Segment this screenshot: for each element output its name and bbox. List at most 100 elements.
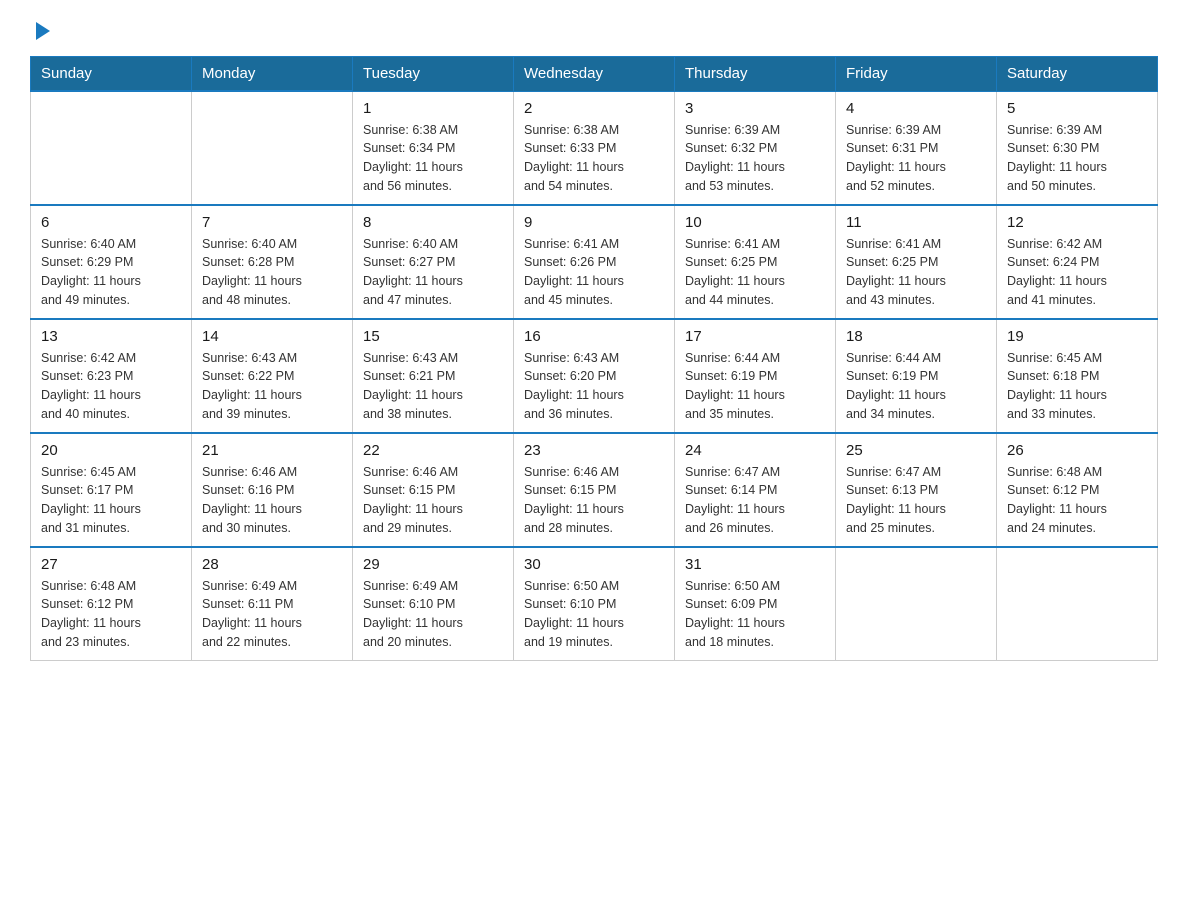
calendar-week-2: 6 Sunrise: 6:40 AMSunset: 6:29 PMDaylight… bbox=[31, 205, 1158, 319]
calendar-cell: 10Sunrise: 6:41 AMSunset: 6:25 PMDayligh… bbox=[675, 205, 836, 319]
calendar-cell: 29 Sunrise: 6:49 AMSunset: 6:10 PMDayligh… bbox=[353, 547, 514, 661]
day-number: 18 bbox=[846, 328, 986, 345]
day-number: 23 bbox=[524, 442, 664, 459]
column-header-friday: Friday bbox=[836, 57, 997, 92]
calendar-week-3: 13 Sunrise: 6:42 AMSunset: 6:23 PMDayligh… bbox=[31, 319, 1158, 433]
calendar-cell: 16Sunrise: 6:43 AMSunset: 6:20 PMDayligh… bbox=[514, 319, 675, 433]
calendar-cell bbox=[836, 547, 997, 661]
day-number: 13 bbox=[41, 328, 181, 345]
calendar-cell: 22 Sunrise: 6:46 AMSunset: 6:15 PMDayligh… bbox=[353, 433, 514, 547]
day-info: Sunrise: 6:47 AMSunset: 6:14 PMDaylight:… bbox=[685, 463, 825, 538]
day-number: 24 bbox=[685, 442, 825, 459]
day-info: Sunrise: 6:44 AMSunset: 6:19 PMDaylight:… bbox=[685, 349, 825, 424]
calendar-cell: 8 Sunrise: 6:40 AMSunset: 6:27 PMDaylight… bbox=[353, 205, 514, 319]
calendar-cell: 26 Sunrise: 6:48 AMSunset: 6:12 PMDayligh… bbox=[997, 433, 1158, 547]
calendar-table: SundayMondayTuesdayWednesdayThursdayFrid… bbox=[30, 56, 1158, 661]
day-info: Sunrise: 6:50 AMSunset: 6:10 PMDaylight:… bbox=[524, 577, 664, 652]
day-number: 19 bbox=[1007, 328, 1147, 345]
day-info: Sunrise: 6:41 AMSunset: 6:26 PMDaylight:… bbox=[524, 235, 664, 310]
day-number: 27 bbox=[41, 556, 181, 573]
day-number: 7 bbox=[202, 214, 342, 231]
day-number: 12 bbox=[1007, 214, 1147, 231]
calendar-cell bbox=[997, 547, 1158, 661]
column-header-saturday: Saturday bbox=[997, 57, 1158, 92]
day-number: 30 bbox=[524, 556, 664, 573]
column-header-sunday: Sunday bbox=[31, 57, 192, 92]
day-number: 10 bbox=[685, 214, 825, 231]
day-info: Sunrise: 6:49 AMSunset: 6:11 PMDaylight:… bbox=[202, 577, 342, 652]
column-header-thursday: Thursday bbox=[675, 57, 836, 92]
day-number: 11 bbox=[846, 214, 986, 231]
calendar-cell: 2 Sunrise: 6:38 AMSunset: 6:33 PMDaylight… bbox=[514, 91, 675, 205]
page-header bbox=[30, 20, 1158, 40]
day-info: Sunrise: 6:46 AMSunset: 6:15 PMDaylight:… bbox=[363, 463, 503, 538]
day-number: 9 bbox=[524, 214, 664, 231]
calendar-cell bbox=[192, 91, 353, 205]
day-info: Sunrise: 6:42 AMSunset: 6:24 PMDaylight:… bbox=[1007, 235, 1147, 310]
calendar-cell: 17Sunrise: 6:44 AMSunset: 6:19 PMDayligh… bbox=[675, 319, 836, 433]
calendar-cell: 21 Sunrise: 6:46 AMSunset: 6:16 PMDayligh… bbox=[192, 433, 353, 547]
calendar-cell: 28 Sunrise: 6:49 AMSunset: 6:11 PMDayligh… bbox=[192, 547, 353, 661]
day-info: Sunrise: 6:40 AMSunset: 6:27 PMDaylight:… bbox=[363, 235, 503, 310]
day-number: 2 bbox=[524, 100, 664, 117]
calendar-cell: 23 Sunrise: 6:46 AMSunset: 6:15 PMDayligh… bbox=[514, 433, 675, 547]
calendar-cell: 25Sunrise: 6:47 AMSunset: 6:13 PMDayligh… bbox=[836, 433, 997, 547]
day-info: Sunrise: 6:40 AMSunset: 6:29 PMDaylight:… bbox=[41, 235, 181, 310]
day-number: 22 bbox=[363, 442, 503, 459]
calendar-cell: 1Sunrise: 6:38 AMSunset: 6:34 PMDaylight… bbox=[353, 91, 514, 205]
day-info: Sunrise: 6:46 AMSunset: 6:15 PMDaylight:… bbox=[524, 463, 664, 538]
calendar-cell: 14 Sunrise: 6:43 AMSunset: 6:22 PMDayligh… bbox=[192, 319, 353, 433]
calendar-cell: 18Sunrise: 6:44 AMSunset: 6:19 PMDayligh… bbox=[836, 319, 997, 433]
day-info: Sunrise: 6:43 AMSunset: 6:20 PMDaylight:… bbox=[524, 349, 664, 424]
day-number: 29 bbox=[363, 556, 503, 573]
day-number: 28 bbox=[202, 556, 342, 573]
calendar-header-row: SundayMondayTuesdayWednesdayThursdayFrid… bbox=[31, 57, 1158, 92]
day-info: Sunrise: 6:39 AMSunset: 6:32 PMDaylight:… bbox=[685, 121, 825, 196]
calendar-cell: 19 Sunrise: 6:45 AMSunset: 6:18 PMDayligh… bbox=[997, 319, 1158, 433]
column-header-wednesday: Wednesday bbox=[514, 57, 675, 92]
calendar-cell: 12 Sunrise: 6:42 AMSunset: 6:24 PMDayligh… bbox=[997, 205, 1158, 319]
calendar-cell: 6 Sunrise: 6:40 AMSunset: 6:29 PMDaylight… bbox=[31, 205, 192, 319]
day-number: 8 bbox=[363, 214, 503, 231]
calendar-cell: 15 Sunrise: 6:43 AMSunset: 6:21 PMDayligh… bbox=[353, 319, 514, 433]
day-info: Sunrise: 6:49 AMSunset: 6:10 PMDaylight:… bbox=[363, 577, 503, 652]
calendar-cell: 30 Sunrise: 6:50 AMSunset: 6:10 PMDayligh… bbox=[514, 547, 675, 661]
day-number: 20 bbox=[41, 442, 181, 459]
day-info: Sunrise: 6:41 AMSunset: 6:25 PMDaylight:… bbox=[846, 235, 986, 310]
day-number: 15 bbox=[363, 328, 503, 345]
calendar-cell bbox=[31, 91, 192, 205]
day-info: Sunrise: 6:42 AMSunset: 6:23 PMDaylight:… bbox=[41, 349, 181, 424]
logo bbox=[30, 20, 54, 40]
day-info: Sunrise: 6:45 AMSunset: 6:18 PMDaylight:… bbox=[1007, 349, 1147, 424]
day-number: 26 bbox=[1007, 442, 1147, 459]
day-info: Sunrise: 6:48 AMSunset: 6:12 PMDaylight:… bbox=[1007, 463, 1147, 538]
calendar-week-4: 20 Sunrise: 6:45 AMSunset: 6:17 PMDayligh… bbox=[31, 433, 1158, 547]
day-info: Sunrise: 6:50 AMSunset: 6:09 PMDaylight:… bbox=[685, 577, 825, 652]
day-info: Sunrise: 6:45 AMSunset: 6:17 PMDaylight:… bbox=[41, 463, 181, 538]
day-number: 31 bbox=[685, 556, 825, 573]
day-info: Sunrise: 6:46 AMSunset: 6:16 PMDaylight:… bbox=[202, 463, 342, 538]
day-info: Sunrise: 6:48 AMSunset: 6:12 PMDaylight:… bbox=[41, 577, 181, 652]
calendar-cell: 31 Sunrise: 6:50 AMSunset: 6:09 PMDayligh… bbox=[675, 547, 836, 661]
day-number: 14 bbox=[202, 328, 342, 345]
day-number: 6 bbox=[41, 214, 181, 231]
day-info: Sunrise: 6:40 AMSunset: 6:28 PMDaylight:… bbox=[202, 235, 342, 310]
calendar-cell: 11 Sunrise: 6:41 AMSunset: 6:25 PMDayligh… bbox=[836, 205, 997, 319]
calendar-cell: 24 Sunrise: 6:47 AMSunset: 6:14 PMDayligh… bbox=[675, 433, 836, 547]
day-number: 4 bbox=[846, 100, 986, 117]
day-info: Sunrise: 6:38 AMSunset: 6:34 PMDaylight:… bbox=[363, 121, 503, 196]
calendar-cell: 9 Sunrise: 6:41 AMSunset: 6:26 PMDaylight… bbox=[514, 205, 675, 319]
day-info: Sunrise: 6:38 AMSunset: 6:33 PMDaylight:… bbox=[524, 121, 664, 196]
calendar-week-5: 27 Sunrise: 6:48 AMSunset: 6:12 PMDayligh… bbox=[31, 547, 1158, 661]
calendar-week-1: 1Sunrise: 6:38 AMSunset: 6:34 PMDaylight… bbox=[31, 91, 1158, 205]
logo-arrow-icon bbox=[32, 20, 54, 42]
column-header-tuesday: Tuesday bbox=[353, 57, 514, 92]
day-number: 3 bbox=[685, 100, 825, 117]
day-info: Sunrise: 6:43 AMSunset: 6:21 PMDaylight:… bbox=[363, 349, 503, 424]
column-header-monday: Monday bbox=[192, 57, 353, 92]
calendar-cell: 5Sunrise: 6:39 AMSunset: 6:30 PMDaylight… bbox=[997, 91, 1158, 205]
day-info: Sunrise: 6:39 AMSunset: 6:31 PMDaylight:… bbox=[846, 121, 986, 196]
calendar-cell: 27 Sunrise: 6:48 AMSunset: 6:12 PMDayligh… bbox=[31, 547, 192, 661]
day-info: Sunrise: 6:43 AMSunset: 6:22 PMDaylight:… bbox=[202, 349, 342, 424]
day-number: 21 bbox=[202, 442, 342, 459]
